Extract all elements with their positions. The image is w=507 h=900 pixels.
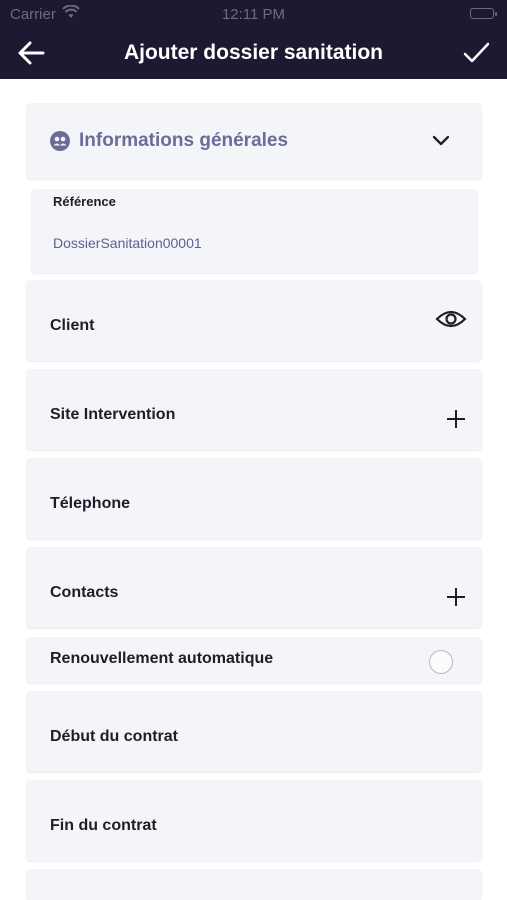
battery-icon xyxy=(470,8,497,19)
renouvellement-label: Renouvellement automatique xyxy=(50,650,274,667)
page-title: Ajouter dossier sanitation xyxy=(123,41,384,64)
fin-contrat-label: Fin du contrat xyxy=(50,817,157,834)
fin-contrat-field[interactable]: Fin du contrat xyxy=(26,780,482,861)
status-bar: Carrier 12:11 PM xyxy=(0,0,507,28)
reference-value[interactable]: DossierSanitation00001 xyxy=(53,235,202,251)
client-field[interactable]: Client xyxy=(26,280,482,361)
people-icon xyxy=(50,131,70,151)
site-intervention-field[interactable]: Site Intervention xyxy=(26,369,482,450)
next-field[interactable] xyxy=(26,869,482,900)
eye-icon[interactable] xyxy=(435,308,467,330)
telephone-field[interactable]: Télephone xyxy=(26,458,482,539)
check-icon[interactable] xyxy=(460,38,492,68)
renouvellement-field: Renouvellement automatique xyxy=(26,637,482,683)
contacts-field[interactable]: Contacts xyxy=(26,547,482,628)
debut-contrat-field[interactable]: Début du contrat xyxy=(26,691,482,772)
client-label: Client xyxy=(50,317,95,334)
reference-field[interactable]: Référence DossierSanitation00001 xyxy=(31,189,478,273)
renouvellement-radio[interactable] xyxy=(429,650,453,674)
site-intervention-label: Site Intervention xyxy=(50,406,176,423)
section-title: Informations générales xyxy=(79,130,289,151)
plus-icon[interactable] xyxy=(447,410,465,428)
telephone-label: Télephone xyxy=(50,495,131,512)
debut-contrat-label: Début du contrat xyxy=(50,728,178,745)
chevron-down-icon[interactable] xyxy=(430,133,452,149)
reference-label: Référence xyxy=(53,194,116,209)
clock: 12:11 PM xyxy=(221,6,286,23)
contacts-label: Contacts xyxy=(50,584,119,601)
section-informations-generales[interactable]: Informations générales xyxy=(26,103,482,179)
plus-icon[interactable] xyxy=(447,588,465,606)
header-bar: Carrier 12:11 PM Ajouter dossier sanitat… xyxy=(0,0,507,79)
